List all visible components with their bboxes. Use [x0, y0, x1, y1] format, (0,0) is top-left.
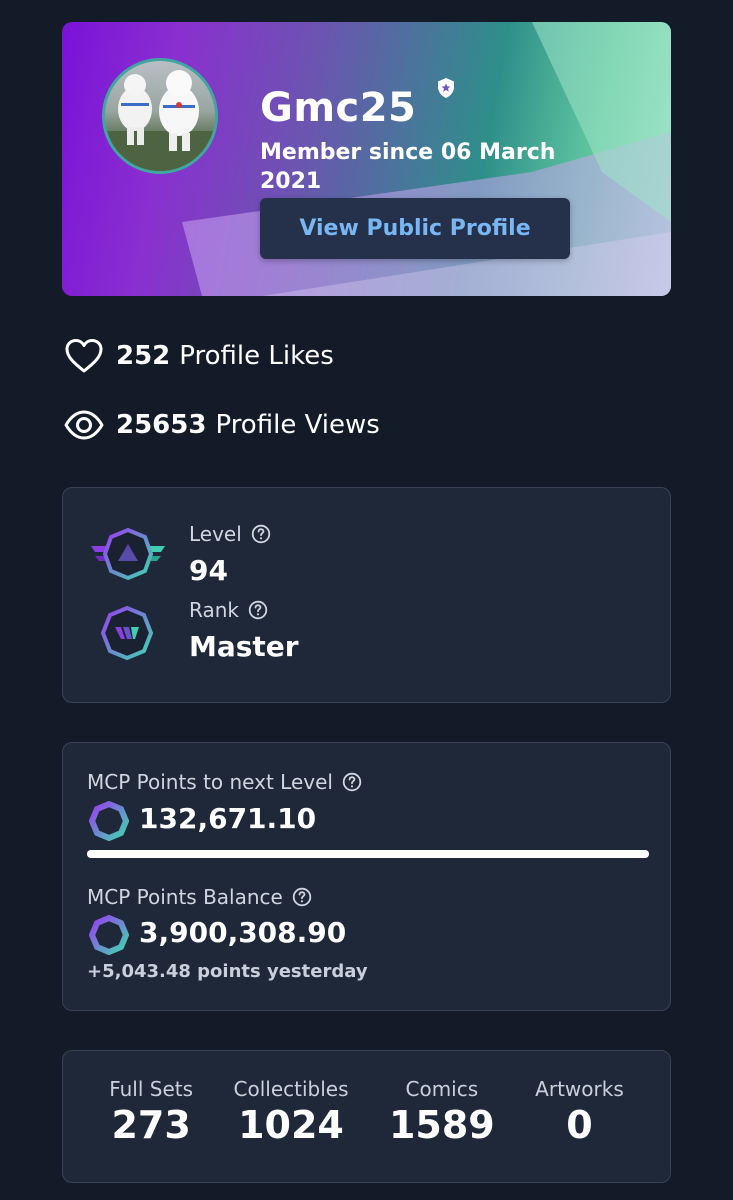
next-level-points: 132,671.10: [139, 802, 317, 835]
balance-label-row: MCP Points Balance: [87, 885, 312, 909]
next-level-label: MCP Points to next Level: [87, 770, 333, 794]
member-since: Member since 06 March 2021: [260, 140, 556, 194]
level-badge-icon: [91, 527, 165, 581]
count-label: Comics: [405, 1077, 479, 1101]
verified-shield-icon: [438, 78, 454, 98]
level-label: Level: [189, 522, 242, 546]
help-icon[interactable]: [342, 772, 362, 792]
rank-label-row: Rank: [189, 598, 268, 622]
counts-row: Full Sets 273 Collectibles 1024 Comics 1…: [63, 1077, 670, 1147]
help-icon[interactable]: [248, 600, 268, 620]
balance-label: MCP Points Balance: [87, 885, 283, 909]
level-progress-fill: [87, 850, 649, 858]
views-count: 25653: [116, 410, 207, 440]
level-rank-card: Level 94 Rank Master: [62, 487, 671, 703]
count-label: Full Sets: [109, 1077, 194, 1101]
level-label-row: Level: [189, 522, 271, 546]
mcp-coin-icon: [89, 915, 129, 955]
view-public-profile-button[interactable]: View Public Profile: [260, 198, 570, 259]
help-icon[interactable]: [292, 887, 312, 907]
next-level-label-row: MCP Points to next Level: [87, 770, 362, 794]
profile-header-card: Gmc25 Member since 06 March 2021 View Pu…: [62, 22, 671, 296]
eye-icon: [64, 410, 104, 440]
help-icon[interactable]: [251, 524, 271, 544]
heart-icon[interactable]: [64, 338, 104, 374]
count-label: Collectibles: [233, 1077, 349, 1101]
likes-label: Profile Likes: [179, 341, 334, 371]
count-value: 1024: [238, 1103, 344, 1147]
collection-counts-card: Full Sets 273 Collectibles 1024 Comics 1…: [62, 1050, 671, 1183]
profile-likes-stat: 252 Profile Likes: [64, 336, 334, 376]
count-value: 273: [111, 1103, 191, 1147]
count-collectibles[interactable]: Collectibles 1024: [234, 1077, 349, 1147]
rank-badge-icon: [100, 605, 154, 661]
count-artworks[interactable]: Artworks 0: [535, 1077, 624, 1147]
username: Gmc25: [260, 85, 417, 131]
count-value: 1589: [388, 1103, 495, 1147]
likes-count: 252: [116, 341, 171, 371]
count-full-sets[interactable]: Full Sets 273: [109, 1077, 193, 1147]
avatar[interactable]: [102, 58, 218, 174]
views-label: Profile Views: [215, 410, 380, 440]
level-value: 94: [189, 554, 228, 587]
balance-points: 3,900,308.90: [139, 916, 347, 949]
level-progress-bar: [87, 850, 649, 858]
mcp-coin-icon: [89, 801, 129, 841]
count-label: Artworks: [535, 1077, 624, 1101]
profile-views-stat: 25653 Profile Views: [64, 405, 380, 445]
count-comics[interactable]: Comics 1589: [389, 1077, 495, 1147]
points-yesterday: +5,043.48 points yesterday: [87, 961, 368, 982]
rank-value: Master: [189, 630, 299, 663]
mcp-points-card: MCP Points to next Level 132,671.10 MCP …: [62, 742, 671, 1011]
count-value: 0: [566, 1103, 593, 1147]
rank-label: Rank: [189, 598, 239, 622]
